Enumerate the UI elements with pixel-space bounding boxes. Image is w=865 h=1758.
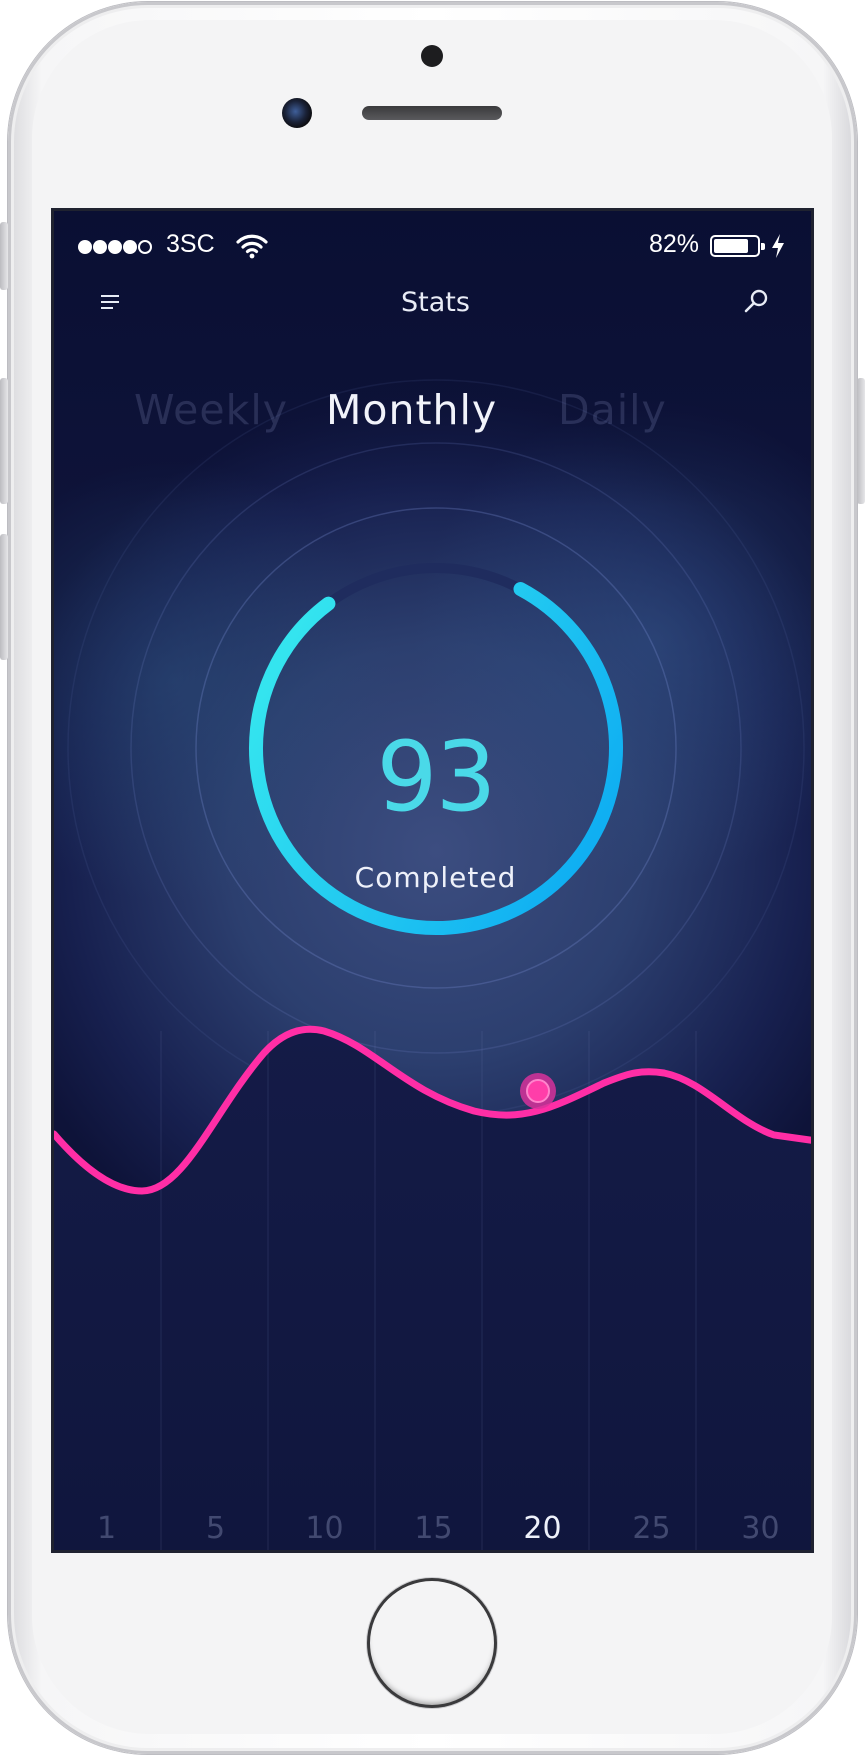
- x-axis-label-10[interactable]: 10: [295, 1511, 355, 1546]
- tab-weekly[interactable]: Weekly: [134, 386, 288, 434]
- search-icon[interactable]: [742, 287, 770, 315]
- x-axis-label-15[interactable]: 15: [404, 1511, 464, 1546]
- completed-label: Completed: [354, 861, 517, 894]
- battery-icon: [710, 235, 765, 257]
- battery-nub: [761, 243, 765, 250]
- tab-daily[interactable]: Daily: [558, 386, 667, 434]
- home-button[interactable]: [367, 1578, 497, 1708]
- chart-selected-point: [526, 1079, 550, 1103]
- completed-count: 93: [376, 721, 496, 833]
- carrier-label: 3SC: [166, 230, 215, 258]
- wifi-icon: [236, 234, 268, 259]
- charging-bolt-icon: [772, 234, 784, 258]
- page-title: Stats: [401, 287, 470, 318]
- tab-monthly[interactable]: Monthly: [326, 386, 497, 434]
- mute-switch: [0, 222, 8, 290]
- proximity-sensor: [421, 45, 443, 67]
- x-axis-label-30[interactable]: 30: [731, 1511, 791, 1546]
- earpiece-speaker: [362, 106, 502, 120]
- x-axis-label-5[interactable]: 5: [186, 1511, 246, 1546]
- x-axis-label-25[interactable]: 25: [622, 1511, 682, 1546]
- battery-fill: [714, 239, 749, 253]
- volume-up-button: [0, 378, 8, 504]
- front-camera-icon: [282, 98, 312, 128]
- x-axis-label-20[interactable]: 20: [513, 1511, 573, 1546]
- power-button: [857, 378, 865, 504]
- x-axis-label-1[interactable]: 1: [77, 1511, 137, 1546]
- volume-down-button: [0, 534, 8, 660]
- signal-dots-icon: [78, 239, 153, 258]
- app-screen: 3SC 82% Stats Weekly Monthly Daily 93 Co…: [51, 208, 814, 1553]
- battery-percentage: 82%: [649, 230, 700, 258]
